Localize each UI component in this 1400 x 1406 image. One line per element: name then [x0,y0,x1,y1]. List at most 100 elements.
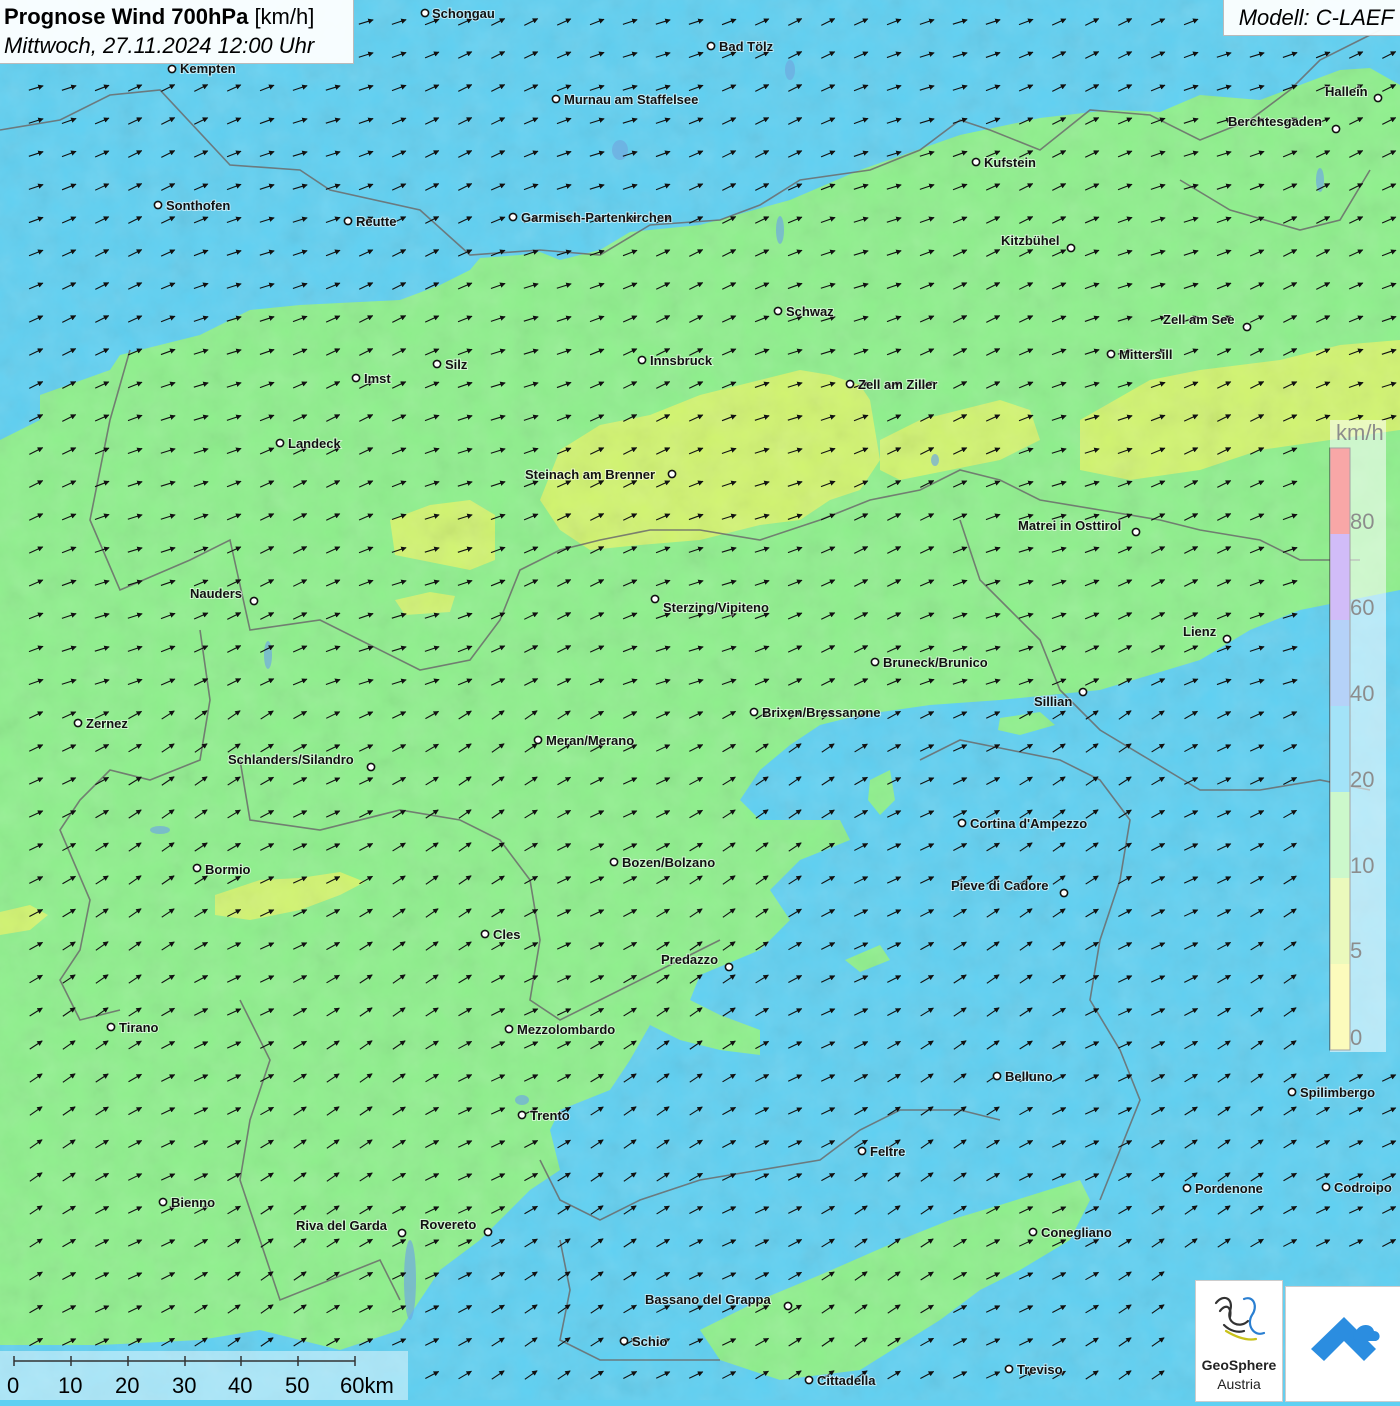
model-box: Modell: C-LAEF [1223,0,1400,36]
city-label: Cortina d'Ampezzo [970,816,1087,831]
city-label: Murnau am Staffelsee [564,92,698,107]
city-label: Matrei in Osttirol [1018,518,1121,533]
city-dot [517,1110,527,1120]
city-label: Innsbruck [650,353,713,368]
city-label: Cittadella [817,1373,876,1388]
title-box: Prognose Wind 700hPa [km/h] Mittwoch, 27… [0,0,354,64]
city-dot [533,735,543,745]
city-marker[interactable]: Conegliano [1028,1224,1113,1241]
weather-app-logo[interactable] [1285,1286,1400,1402]
city-marker[interactable]: Brixen/Bressanone [749,704,882,721]
city-dot [1106,349,1116,359]
city-label: Hallein [1325,84,1368,99]
city-dot [106,1022,116,1032]
city-marker[interactable]: Bassano del Grappa [644,1291,793,1311]
legend-unit: km/h [1336,420,1384,445]
city-dot [504,1024,514,1034]
city-label: Imst [364,371,391,386]
city-marker[interactable]: Steinach am Brenner [524,466,677,483]
city-dot [1331,124,1341,134]
legend-label-20: 20 [1350,767,1374,792]
city-label: Bassano del Grappa [645,1292,771,1307]
weather-app-icon [1311,1317,1380,1361]
city-label: Bozen/Bolzano [622,855,715,870]
city-dot [420,8,430,18]
scale-label-30: 30 [172,1373,196,1398]
legend-band-0 [1330,964,1350,1050]
city-dot [870,657,880,667]
city-marker[interactable]: Meran/Merano [533,732,635,749]
wind-map[interactable]: SchongauBad TölzKemptenMurnau am Staffel… [0,0,1400,1400]
city-dot [249,596,259,606]
city-label: Brixen/Bressanone [762,705,881,720]
city-dot [783,1301,793,1311]
city-marker[interactable]: Zell am Ziller [845,376,938,393]
city-dot [1078,687,1088,697]
city-dot [192,863,202,873]
city-dot [1066,243,1076,253]
city-dot [1287,1087,1297,1097]
city-dot [650,594,660,604]
legend-band-80 [1330,448,1350,534]
city-label: Schio [632,1334,667,1349]
city-label: Mezzolombardo [517,1022,615,1037]
legend-label-10: 10 [1350,853,1374,878]
legend-label-5: 5 [1350,938,1362,963]
city-dot [366,762,376,772]
legend-band-20 [1330,706,1350,792]
city-label: Treviso [1017,1362,1063,1377]
city-marker[interactable]: Sonthofen [153,197,231,214]
scale-bar-panel: 0 10 20 30 40 50 60km [0,1351,408,1400]
city-dot [551,94,561,104]
scale-bar: 0 10 20 30 40 50 60km [7,1356,394,1398]
city-dot [971,157,981,167]
city-label: Trento [530,1108,570,1123]
city-dot [432,359,442,369]
city-marker[interactable]: Bozen/Bolzano [609,854,716,871]
city-label: Predazzo [661,952,718,967]
city-label: Bienno [171,1195,215,1210]
city-marker[interactable]: Mezzolombardo [504,1021,616,1038]
city-marker[interactable]: Garmisch-Partenkirchen [508,209,673,226]
legend-label-0: 0 [1350,1025,1362,1050]
city-dot [637,355,647,365]
city-marker[interactable]: Cittadella [804,1372,877,1389]
geosphere-logo[interactable]: GeoSphere Austria [1195,1280,1283,1402]
legend-label-80: 80 [1350,509,1374,534]
city-label: Steinach am Brenner [525,467,655,482]
city-marker[interactable]: Schongau [420,5,496,22]
city-dot [1131,527,1141,537]
city-marker[interactable]: Spilimbergo [1287,1084,1376,1101]
logo-text-austria: Austria [1217,1376,1261,1392]
scale-label-50: 50 [285,1373,309,1398]
city-label: Schlanders/Silandro [228,752,354,767]
legend-label-40: 40 [1350,681,1374,706]
city-label: Feltre [870,1144,905,1159]
city-dot [167,64,177,74]
city-label: Meran/Merano [546,733,634,748]
map-title-main: Prognose Wind 700hPa [4,4,249,29]
city-marker[interactable]: Innsbruck [637,352,714,369]
city-label: Bruneck/Brunico [883,655,988,670]
city-marker[interactable]: Cortina d'Ampezzo [957,815,1088,832]
city-label: Berchtesgaden [1228,114,1322,129]
geosphere-logo-icon [1214,1296,1266,1341]
city-label: Cles [493,927,520,942]
city-dot [992,1071,1002,1081]
city-marker[interactable]: Bruneck/Brunico [870,654,989,671]
city-label: Reutte [356,214,396,229]
city-label: Pordenone [1195,1181,1263,1196]
city-dot [1028,1227,1038,1237]
city-dot [804,1375,814,1385]
city-dot [73,718,83,728]
city-marker[interactable]: Pordenone [1182,1180,1264,1197]
logo-text-geosphere: GeoSphere [1201,1357,1277,1373]
city-label: Landeck [288,436,342,451]
city-label: Sonthofen [166,198,230,213]
city-dot [749,707,759,717]
legend-band-5 [1330,878,1350,964]
city-label: Silz [445,357,468,372]
legend-band-10 [1330,792,1350,878]
city-marker[interactable]: Murnau am Staffelsee [551,91,699,108]
scale-label-20: 20 [115,1373,139,1398]
